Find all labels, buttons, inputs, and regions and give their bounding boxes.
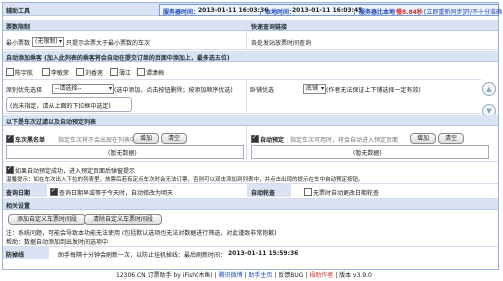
- resync-link[interactable]: [立即重新同步]: [424, 7, 465, 16]
- donate-link[interactable]: 捐助作者: [309, 272, 333, 279]
- divider: [3, 246, 498, 247]
- homepage-link[interactable]: 助手主页: [248, 272, 272, 279]
- divider: [246, 80, 247, 112]
- ticket-limit-header: [3, 20, 246, 31]
- related-title: 相关设置: [6, 203, 31, 210]
- filter-title: 以下是车次过滤以及自动预定列表: [6, 119, 97, 126]
- passenger-checkbox[interactable]: [76, 68, 84, 76]
- passenger-name: 陈宇航: [15, 70, 34, 77]
- blacklist-clear-button[interactable]: 清空: [161, 133, 187, 144]
- anti-drop-label: 防掉线: [6, 252, 25, 259]
- blacklist-add-button[interactable]: 增加: [133, 133, 159, 144]
- scroll-up-icon[interactable]: ▲: [482, 82, 496, 96]
- seat-pref-label: 席别优先选择: [6, 87, 43, 94]
- query-date-label: 查询日期: [6, 190, 31, 197]
- auto-book-checkbox[interactable]: [251, 134, 259, 143]
- anti-drop-text: 助手每隔十分钟会刷新一次，以防止挂机掉线：最后刷新时间：: [58, 252, 227, 259]
- seat-pref-hint: (选中添加，点击按钮删除；按添加顺序优选): [114, 87, 233, 94]
- related-header: [3, 199, 498, 210]
- passenger-checkbox[interactable]: [110, 68, 118, 76]
- query-date-hint: 查询日期早或等于今天时，自动修改为明天: [59, 190, 174, 197]
- auto-book-clear-button[interactable]: 清空: [438, 133, 464, 144]
- popup-notice-text: 如果自动预定成功，进入预定页面后弹窗提示: [15, 168, 136, 175]
- blacklist-checkbox[interactable]: [6, 134, 14, 143]
- release-time-query-link[interactable]: 各处发站放票时间查询: [251, 38, 311, 47]
- divider: [3, 113, 481, 114]
- server-time-label: 服务器时间：: [163, 9, 200, 16]
- query-date-checkbox[interactable]: [50, 187, 58, 196]
- last-refresh-time: 2013-01-11 15:59:36: [228, 250, 299, 257]
- local-time: 2013-01-11 16:03:45: [292, 7, 363, 14]
- weibo-link[interactable]: 腾讯微博: [219, 272, 243, 279]
- auto-poll-label: 自动轮查: [251, 190, 276, 197]
- auto-book-hint: 指定车次可用时，将会自动进入预定页面: [290, 137, 399, 144]
- seat-pref-empty: (尚未指定，请从上面的下拉框中选定): [10, 103, 111, 110]
- blacklist-hint: 指定车次将不会出现在列表中: [58, 137, 137, 144]
- popup-notice-checkbox[interactable]: [6, 165, 14, 174]
- footer-brand: 12306.CN 订票助手 by iFish(木鱼): [116, 272, 213, 279]
- passenger-name: 薄江: [119, 70, 132, 77]
- blacklist-empty: (暂无数据): [108, 150, 137, 157]
- ticket-limit-title: 票数限制: [6, 24, 31, 31]
- clear-custom-time-button[interactable]: 清除自定义车票时间段: [84, 214, 162, 225]
- footer-version: | 版本 v3.9.0: [333, 272, 372, 279]
- quick-link-title: 快速查询链接: [251, 24, 288, 31]
- divider: [3, 49, 498, 50]
- time-status-box: 服务器时间： 2013-01-11 16:03:36 ，本地时间： 2013-0…: [159, 4, 502, 16]
- server-time: 2013-01-11 16:03:36: [198, 7, 269, 14]
- footer-sep: | 反馈BUG |: [272, 272, 310, 279]
- auto-add-title: 自动添加乘客 (加入此列表的乘客将会自动在提交订单的页面中添加上，最多选五位): [6, 55, 230, 62]
- min-tickets-hint: 只提示余票大于最小票数的车次: [66, 40, 151, 47]
- passenger-name: 谭潇梅: [146, 70, 165, 77]
- berth-pref-label: 卧铺优选: [250, 87, 275, 94]
- divider: [3, 161, 498, 162]
- auto-book-add-button[interactable]: 增加: [410, 133, 436, 144]
- passenger-checkbox[interactable]: [42, 68, 50, 76]
- berth-pref-select[interactable]: 底铺: [303, 84, 326, 94]
- auto-book-empty: (暂无数据): [353, 150, 382, 157]
- passenger-checkbox[interactable]: [6, 68, 14, 76]
- related-note: 注：系统问题，可能会导致本功能无法使用 (包括默认选项也无法对数据进行筛选，对此…: [6, 230, 277, 237]
- blacklist-label: 车次黑名单: [15, 137, 46, 144]
- auto-poll-hint: 无票时自动更改日期轮查: [313, 190, 380, 197]
- compare-value: 慢8.84秒: [396, 9, 423, 16]
- passenger-checkbox[interactable]: [137, 68, 145, 76]
- seat-pref-select[interactable]: --请选择--: [52, 84, 114, 94]
- tip-text: 温馨提示：如在车次出入下拉的列表里，放票后若有定点车次时会无法订票，否则可以双击…: [6, 177, 364, 183]
- panel-title: 辅助工具: [6, 8, 31, 15]
- min-tickets-label: 最小票数: [6, 40, 31, 47]
- local-time-label: ，本地时间：: [259, 9, 296, 16]
- passenger-name: 李敏荣: [51, 70, 70, 77]
- auto-book-label: 自动预定: [260, 137, 285, 144]
- add-custom-time-button[interactable]: 添加自定义车票时间段: [8, 214, 86, 225]
- divider: [246, 126, 247, 160]
- min-tickets-select[interactable]: (无限制): [32, 37, 64, 47]
- berth-pref-hint: (作者无法保证上下铺选择一定有效): [326, 87, 421, 94]
- auto-poll-checkbox[interactable]: [304, 188, 312, 196]
- divider: [246, 20, 247, 49]
- passenger-name: 刘香莲: [85, 70, 104, 77]
- footer: 12306.CN 订票助手 by iFish(木鱼) | 腾讯微博 | 助手主页…: [116, 270, 372, 279]
- divider: [3, 79, 481, 80]
- compare-label: ，服务器比本地: [353, 9, 396, 16]
- related-help: 帮助：数据自动添加到出发时间选项中: [6, 239, 109, 246]
- auto-sync-link[interactable]: 开/不十分准确: [464, 7, 502, 16]
